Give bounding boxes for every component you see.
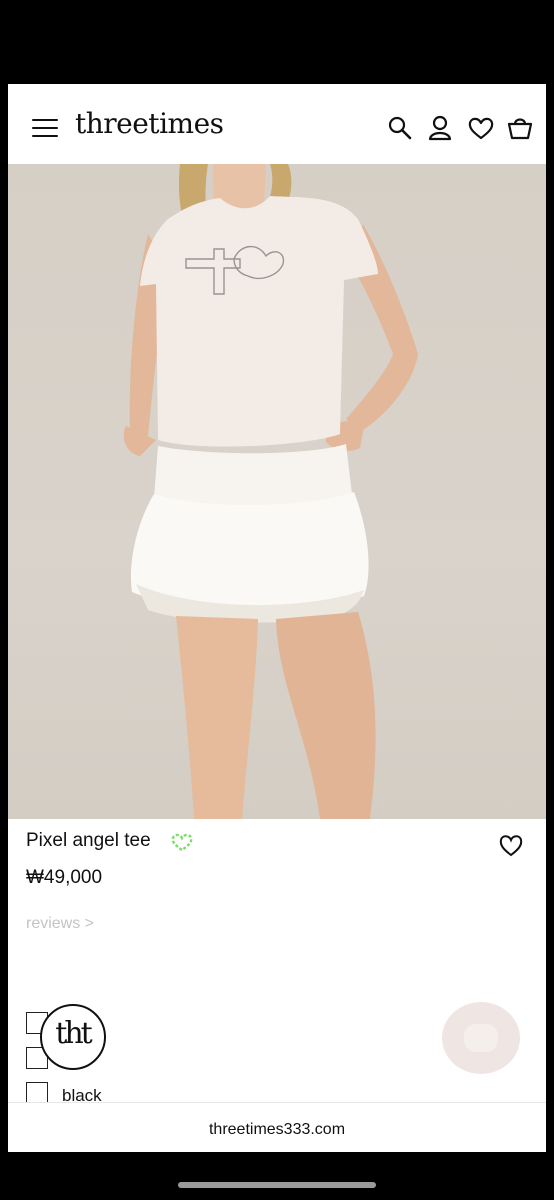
site-url[interactable]: threetimes333.com <box>8 1121 546 1139</box>
reviews-link[interactable]: reviews > <box>26 915 94 933</box>
chat-button[interactable] <box>442 1002 520 1074</box>
brand-logo[interactable]: threetimes <box>75 107 224 140</box>
mobile-screen: threetimes Pixel angel tee ₩49,000 revie… <box>8 84 546 1152</box>
search-icon[interactable] <box>386 114 414 142</box>
heart-badge-icon <box>171 833 193 852</box>
wishlist-icon[interactable] <box>467 114 495 142</box>
product-price: ₩49,000 <box>26 867 103 888</box>
add-to-wishlist-icon[interactable] <box>498 832 524 858</box>
tht-logo-badge[interactable]: tht <box>40 1004 106 1070</box>
product-photo <box>123 164 418 819</box>
product-name: Pixel angel tee <box>26 830 151 851</box>
chat-bubble-icon <box>464 1024 498 1052</box>
cart-icon[interactable] <box>506 114 534 142</box>
account-icon[interactable] <box>426 114 454 142</box>
menu-icon[interactable] <box>32 119 58 138</box>
site-header: threetimes <box>8 84 546 165</box>
color-checkbox-black[interactable] <box>26 1082 48 1104</box>
product-image-gallery[interactable] <box>8 164 546 819</box>
browser-url-bar[interactable]: threetimes333.com <box>8 1102 546 1152</box>
home-indicator[interactable] <box>178 1182 376 1188</box>
